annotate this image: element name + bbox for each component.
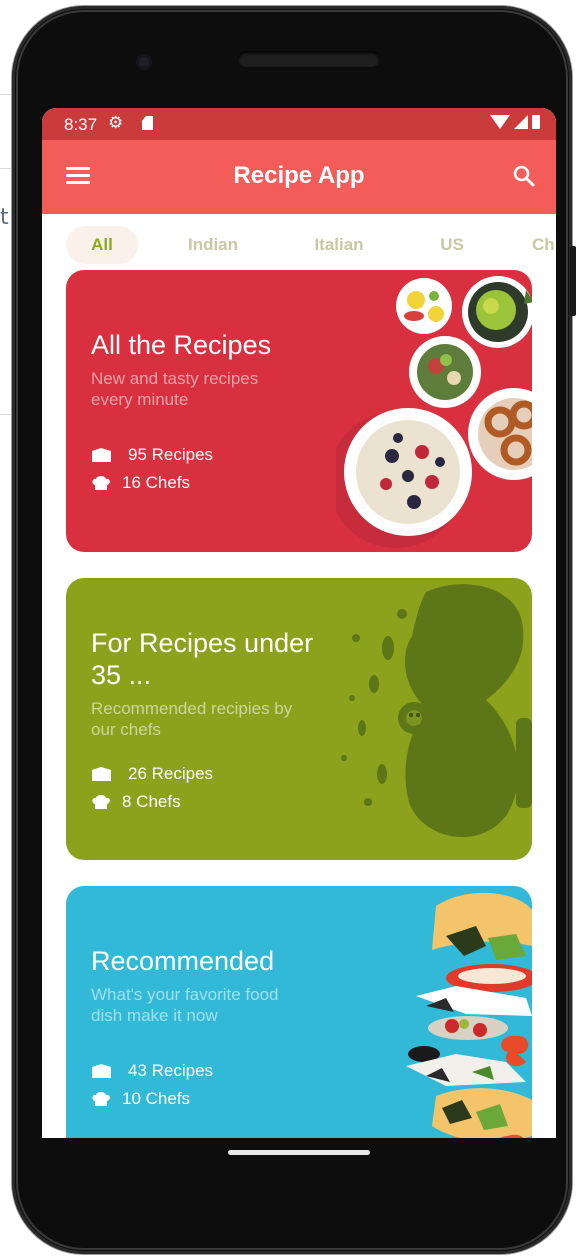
- card-subtitle: New and tasty recipes every minute: [91, 369, 259, 409]
- chef-count-label: 10 Chefs: [122, 1089, 191, 1108]
- tab-us[interactable]: US: [430, 226, 474, 264]
- card-title: All the Recipes: [91, 330, 272, 360]
- recipe-count: 43 Recipes: [91, 1061, 213, 1081]
- status-bar: 8:37 ⚙: [42, 108, 556, 140]
- card-subtitle: What's your favorite food dish make it n…: [91, 985, 279, 1025]
- volume-button: [570, 246, 576, 316]
- app-title: Recipe App: [233, 162, 365, 189]
- app-screen: 8:37 ⚙ Recipe App All Indian Italian US …: [42, 108, 556, 1138]
- category-card-all-recipes[interactable]: All the Recipes New and tasty recipes ev…: [66, 270, 532, 552]
- status-indicators: [490, 115, 540, 129]
- card-title: For Recipes under 35 ...: [91, 628, 314, 690]
- chef-hat-icon: [92, 1092, 110, 1106]
- recipe-count: 95 Recipes: [91, 445, 213, 465]
- sd-card-icon: [142, 116, 153, 130]
- burger-illustration: [406, 892, 532, 1138]
- recipe-count-label: 26 Recipes: [128, 764, 214, 783]
- recipe-count-label: 43 Recipes: [128, 1061, 214, 1080]
- card-subtitle: Recommended recipies by our chefs: [91, 699, 293, 739]
- recipe-count: 26 Recipes: [91, 764, 213, 784]
- category-card-under-35[interactable]: For Recipes under 35 ... Recommended rec…: [66, 578, 532, 860]
- chef-count-label: 16 Chefs: [122, 473, 191, 492]
- tab-italian[interactable]: Italian: [298, 226, 380, 264]
- recipe-book-icon: [92, 448, 111, 462]
- home-gesture-bar[interactable]: [228, 1150, 370, 1155]
- category-card-recommended[interactable]: Recommended What's your favorite food di…: [66, 886, 532, 1138]
- chef-hat-icon: [92, 476, 110, 490]
- cooking-pan-illustration: [341, 584, 532, 838]
- tab-indian[interactable]: Indian: [172, 226, 254, 264]
- chef-count: 8 Chefs: [91, 792, 181, 812]
- tab-chinese[interactable]: Ch: [532, 226, 556, 264]
- app-bar: Recipe App: [42, 140, 556, 214]
- card-title: Recommended: [91, 946, 275, 976]
- settings-icon: ⚙: [108, 113, 124, 132]
- recipe-count-label: 95 Recipes: [128, 445, 214, 464]
- recipe-book-icon: [92, 767, 111, 781]
- earpiece-speaker: [238, 51, 380, 67]
- search-icon[interactable]: [512, 164, 536, 188]
- recipe-book-icon: [92, 1064, 111, 1078]
- battery-icon: [532, 115, 540, 129]
- tab-all[interactable]: All: [66, 226, 138, 264]
- chef-count: 10 Chefs: [91, 1089, 190, 1109]
- food-plates-illustration: [336, 276, 532, 548]
- signal-icon: [514, 115, 528, 129]
- chef-count: 16 Chefs: [91, 473, 190, 493]
- front-camera: [136, 54, 152, 70]
- chef-count-label: 8 Chefs: [122, 792, 181, 811]
- chef-hat-icon: [92, 795, 110, 809]
- status-time: 8:37: [64, 115, 98, 134]
- category-tabs: All Indian Italian US Ch: [42, 214, 556, 272]
- background-glyph: t: [0, 205, 9, 230]
- wifi-icon: [490, 115, 510, 129]
